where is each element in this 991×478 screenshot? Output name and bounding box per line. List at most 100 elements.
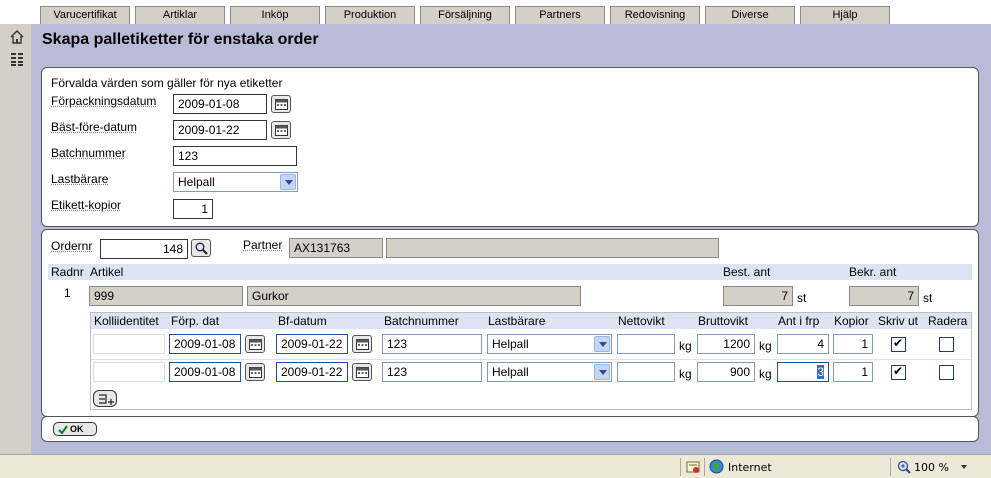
header-bf-datum: Bf-datum	[278, 314, 327, 328]
header-forp-dat: Förp. dat	[171, 314, 220, 328]
forp-dat-input[interactable]: 2009-01-08	[169, 362, 241, 382]
packing-date-input[interactable]: 2009-01-08	[173, 94, 267, 114]
tab-varucertifikat[interactable]: Varucertifikat	[40, 6, 130, 24]
article-code-field: 999	[89, 286, 243, 306]
chevron-down-icon	[594, 336, 610, 352]
list-icon[interactable]	[9, 51, 25, 67]
ant-input[interactable]: 3	[777, 362, 829, 382]
header-kopior: Kopior	[834, 314, 869, 328]
security-icon	[686, 460, 700, 474]
globe-icon	[709, 459, 724, 474]
carrier-row-value: Helpall	[492, 365, 529, 379]
carrier-select-value: Helpall	[178, 175, 215, 189]
header-lastbarare: Lastbärare	[488, 314, 546, 328]
batch-row-input[interactable]: 123	[382, 334, 482, 354]
skriv-ut-checkbox[interactable]	[891, 336, 906, 352]
chevron-down-icon	[594, 364, 610, 380]
tab-diverse[interactable]: Diverse	[705, 6, 795, 24]
calendar-icon[interactable]	[352, 363, 372, 381]
defaults-panel: Förvalda värden som gäller för nya etike…	[41, 67, 979, 227]
actions-panel: OK	[41, 416, 979, 442]
header-best-ant: Best. ant	[723, 265, 771, 279]
add-row-icon	[99, 394, 114, 405]
carrier-row-select[interactable]: Helpall	[487, 334, 612, 354]
bf-datum-input[interactable]: 2009-01-22	[276, 334, 348, 354]
tab-partners[interactable]: Partners	[515, 6, 605, 24]
header-bekr-ant: Bekr. ant	[849, 265, 897, 279]
carrier-row-select[interactable]: Helpall	[487, 362, 612, 382]
brutto-input[interactable]: 900	[697, 362, 755, 382]
packing-date-label: Förpackningsdatum	[51, 94, 157, 108]
ok-button-label: OK	[70, 424, 84, 434]
radera-checkbox[interactable]	[939, 337, 954, 352]
best-ant-field: 7	[723, 286, 793, 306]
article-table-header	[48, 264, 972, 280]
radera-checkbox[interactable]	[939, 365, 954, 380]
copies-input[interactable]: 1	[173, 199, 213, 219]
zoom-icon[interactable]	[897, 460, 911, 474]
calendar-icon[interactable]	[352, 335, 372, 353]
row-divider	[91, 359, 971, 360]
copies-label: Etikett-kopior	[51, 198, 122, 212]
chevron-down-icon[interactable]	[961, 465, 967, 469]
header-nettovikt: Nettovikt	[618, 314, 665, 328]
kopior-input[interactable]: 1	[833, 334, 873, 354]
tab-forsaljning[interactable]: Försäljning	[420, 6, 510, 24]
netto-input[interactable]	[617, 334, 675, 354]
ok-button[interactable]: OK	[53, 422, 97, 436]
carrier-select[interactable]: Helpall	[173, 172, 298, 192]
left-toolbar	[0, 24, 32, 454]
bekr-ant-unit: st	[923, 291, 933, 305]
page-title: Skapa palletiketter för enstaka order	[42, 31, 319, 48]
article-radnr: 1	[64, 286, 71, 300]
pallet-table: Kolliidentitet Förp. dat Bf-datum Batchn…	[90, 312, 972, 410]
status-divider	[890, 458, 891, 476]
netto-unit: kg	[679, 339, 692, 353]
tab-hjalp[interactable]: Hjälp	[800, 6, 890, 24]
brutto-input[interactable]: 1200	[697, 334, 755, 354]
partner-code-field: AX131763	[289, 238, 383, 258]
tab-inkop[interactable]: Inköp	[230, 6, 320, 24]
kopior-input[interactable]: 1	[833, 362, 873, 382]
kolli-field[interactable]	[93, 334, 165, 354]
tab-redovisning[interactable]: Redovisning	[610, 6, 700, 24]
header-kolliidentitet: Kolliidentitet	[94, 314, 159, 328]
article-name-field: Gurkor	[247, 286, 581, 306]
status-divider	[704, 458, 705, 476]
ant-input[interactable]: 4	[777, 334, 829, 354]
status-divider	[680, 458, 681, 476]
kolli-field[interactable]	[93, 362, 165, 382]
top-nav: Varucertifikat Artiklar Inköp Produktion…	[0, 0, 991, 24]
defaults-heading: Förvalda värden som gäller för nya etike…	[51, 76, 283, 90]
carrier-row-value: Helpall	[492, 337, 529, 351]
forp-dat-input[interactable]: 2009-01-08	[169, 334, 241, 354]
calendar-icon[interactable]	[271, 121, 291, 139]
status-zone: Internet	[728, 461, 772, 474]
calendar-icon[interactable]	[271, 95, 291, 113]
calendar-icon[interactable]	[245, 363, 265, 381]
ant-input-selected-text: 3	[817, 365, 824, 379]
netto-input[interactable]	[617, 362, 675, 382]
skriv-ut-checkbox[interactable]	[891, 364, 906, 380]
tab-produktion[interactable]: Produktion	[325, 6, 415, 24]
home-icon[interactable]	[9, 29, 25, 45]
search-icon[interactable]	[191, 239, 211, 257]
brutto-unit: kg	[759, 367, 772, 381]
bf-datum-input[interactable]: 2009-01-22	[276, 362, 348, 382]
header-skriv-ut: Skriv ut	[878, 314, 919, 328]
header-batchnummer: Batchnummer	[384, 314, 459, 328]
tab-artiklar[interactable]: Artiklar	[135, 6, 225, 24]
calendar-icon[interactable]	[245, 335, 265, 353]
header-artikel: Artikel	[90, 265, 124, 279]
status-bar: Internet 100 %	[0, 454, 991, 478]
best-before-input[interactable]: 2009-01-22	[173, 120, 267, 140]
brutto-unit: kg	[759, 339, 772, 353]
ordernr-input[interactable]: 148	[100, 239, 188, 259]
batch-row-input[interactable]: 123	[382, 362, 482, 382]
header-radera: Radera	[928, 314, 968, 328]
carrier-label: Lastbärare	[51, 172, 109, 186]
zoom-level[interactable]: 100 %	[914, 461, 949, 474]
best-before-label: Bäst-före-datum	[51, 120, 138, 134]
batch-input[interactable]: 123	[173, 146, 297, 166]
add-row-button[interactable]	[93, 390, 117, 407]
